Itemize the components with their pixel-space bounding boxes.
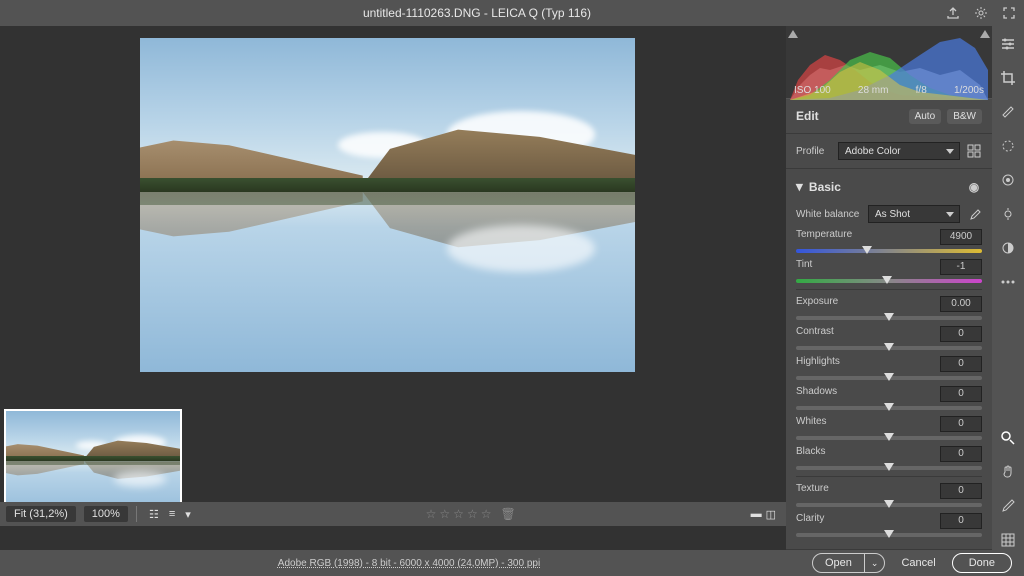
bw-button[interactable]: B&W bbox=[947, 109, 982, 124]
star-icon[interactable]: ☆ bbox=[481, 507, 492, 521]
whites-label: Whites bbox=[796, 416, 827, 432]
heal-tool-icon[interactable] bbox=[998, 102, 1018, 122]
texture-value[interactable]: 0 bbox=[940, 483, 982, 499]
sort-icon[interactable]: ☷ bbox=[149, 508, 159, 521]
highlights-value[interactable]: 0 bbox=[940, 356, 982, 372]
whites-slider[interactable]: Whites 0 bbox=[796, 416, 982, 440]
done-button[interactable]: Done bbox=[952, 553, 1012, 573]
export-icon[interactable] bbox=[946, 6, 960, 20]
contrast-value[interactable]: 0 bbox=[940, 326, 982, 342]
gear-icon[interactable] bbox=[974, 6, 988, 20]
texture-label: Texture bbox=[796, 483, 829, 499]
cancel-button[interactable]: Cancel bbox=[891, 554, 945, 572]
star-icon[interactable]: ☆ bbox=[426, 507, 437, 521]
auto-button[interactable]: Auto bbox=[909, 109, 942, 124]
rating-stars[interactable]: ☆ ☆ ☆ ☆ ☆ 🗑 bbox=[426, 507, 516, 521]
profile-browser-icon[interactable] bbox=[966, 143, 982, 159]
exposure-value[interactable]: 0.00 bbox=[940, 296, 982, 312]
fullscreen-toggle-icon[interactable] bbox=[1002, 6, 1016, 20]
adjust-tool-icon[interactable] bbox=[998, 204, 1018, 224]
blacks-value[interactable]: 0 bbox=[940, 446, 982, 462]
clarity-value[interactable]: 0 bbox=[940, 513, 982, 529]
blacks-slider[interactable]: Blacks 0 bbox=[796, 446, 982, 470]
meta-iso: ISO 100 bbox=[794, 85, 831, 96]
highlights-label: Highlights bbox=[796, 356, 840, 372]
whites-value[interactable]: 0 bbox=[940, 416, 982, 432]
contrast-label: Contrast bbox=[796, 326, 834, 342]
zoom-pct-select[interactable]: 100% bbox=[84, 506, 128, 522]
filmstrip-toolbar: Fit (31,2%) 100% ☷ ≡ ▾ ☆ ☆ ☆ ☆ ☆ 🗑 ▬ ◫ bbox=[0, 502, 786, 526]
hand-tool-icon[interactable] bbox=[998, 462, 1018, 482]
clarity-slider[interactable]: Clarity 0 bbox=[796, 513, 982, 537]
tint-slider[interactable]: Tint -1 bbox=[796, 259, 982, 283]
open-button[interactable]: Open⌄ bbox=[812, 553, 885, 573]
sampler-tool-icon[interactable] bbox=[998, 496, 1018, 516]
edit-label: Edit bbox=[796, 109, 819, 123]
file-info[interactable]: Adobe RGB (1998) - 8 bit - 6000 x 4000 (… bbox=[12, 558, 806, 569]
footer-bar: Adobe RGB (1998) - 8 bit - 6000 x 4000 (… bbox=[0, 550, 1024, 576]
redeye-tool-icon[interactable] bbox=[998, 170, 1018, 190]
single-view-icon[interactable]: ▬ bbox=[751, 508, 762, 521]
crop-tool-icon[interactable] bbox=[998, 68, 1018, 88]
gradient-tool-icon[interactable] bbox=[998, 238, 1018, 258]
wb-label: White balance bbox=[796, 209, 862, 220]
tint-value[interactable]: -1 bbox=[940, 259, 982, 275]
filter-icon[interactable]: ≡ bbox=[169, 508, 175, 521]
contrast-slider[interactable]: Contrast 0 bbox=[796, 326, 982, 350]
profile-select[interactable]: Adobe Color bbox=[838, 142, 960, 160]
visibility-toggle-icon[interactable]: ◉ bbox=[966, 179, 982, 195]
star-icon[interactable]: ☆ bbox=[467, 507, 478, 521]
star-icon[interactable]: ☆ bbox=[453, 507, 464, 521]
star-icon[interactable]: ☆ bbox=[439, 507, 450, 521]
meta-shutter: 1/200s bbox=[954, 85, 984, 96]
zoom-fit-select[interactable]: Fit (31,2%) bbox=[6, 506, 76, 522]
profile-label: Profile bbox=[796, 146, 832, 157]
zoom-tool-icon[interactable] bbox=[998, 428, 1018, 448]
tool-rail bbox=[992, 26, 1024, 550]
meta-focal: 28 mm bbox=[858, 85, 889, 96]
edit-tool-icon[interactable] bbox=[998, 34, 1018, 54]
blacks-label: Blacks bbox=[796, 446, 825, 462]
more-tools-icon[interactable] bbox=[998, 272, 1018, 292]
main-image-preview[interactable] bbox=[140, 38, 635, 372]
meta-aperture: f/8 bbox=[916, 85, 927, 96]
grid-tool-icon[interactable] bbox=[998, 530, 1018, 550]
chevron-down-icon[interactable]: ▶ bbox=[794, 184, 805, 191]
exposure-label: Exposure bbox=[796, 296, 838, 312]
chevron-down-icon: ⌄ bbox=[865, 555, 885, 572]
preview-area bbox=[0, 26, 786, 550]
eyedropper-icon[interactable] bbox=[966, 206, 982, 222]
shadows-slider[interactable]: Shadows 0 bbox=[796, 386, 982, 410]
clarity-label: Clarity bbox=[796, 513, 824, 529]
basic-label: Basic bbox=[809, 180, 841, 194]
compare-view-icon[interactable]: ◫ bbox=[766, 508, 776, 521]
funnel-icon[interactable]: ▾ bbox=[185, 508, 191, 521]
temperature-slider[interactable]: Temperature 4900 bbox=[796, 229, 982, 253]
tint-label: Tint bbox=[796, 259, 812, 275]
temperature-value[interactable]: 4900 bbox=[940, 229, 982, 245]
histogram[interactable]: ISO 100 28 mm f/8 1/200s bbox=[786, 26, 992, 99]
shadows-label: Shadows bbox=[796, 386, 837, 402]
title-bar: untitled-1110263.DNG - LEICA Q (Typ 116) bbox=[0, 0, 1024, 26]
edit-panel: ISO 100 28 mm f/8 1/200s Edit Auto B&W P… bbox=[786, 26, 992, 550]
texture-slider[interactable]: Texture 0 bbox=[796, 483, 982, 507]
wb-select[interactable]: As Shot bbox=[868, 205, 960, 223]
shadows-value[interactable]: 0 bbox=[940, 386, 982, 402]
exposure-slider[interactable]: Exposure 0.00 bbox=[796, 296, 982, 320]
highlights-slider[interactable]: Highlights 0 bbox=[796, 356, 982, 380]
temperature-label: Temperature bbox=[796, 229, 852, 245]
trash-icon[interactable]: 🗑 bbox=[500, 507, 515, 521]
mask-tool-icon[interactable] bbox=[998, 136, 1018, 156]
window-title: untitled-1110263.DNG - LEICA Q (Typ 116) bbox=[8, 6, 946, 20]
